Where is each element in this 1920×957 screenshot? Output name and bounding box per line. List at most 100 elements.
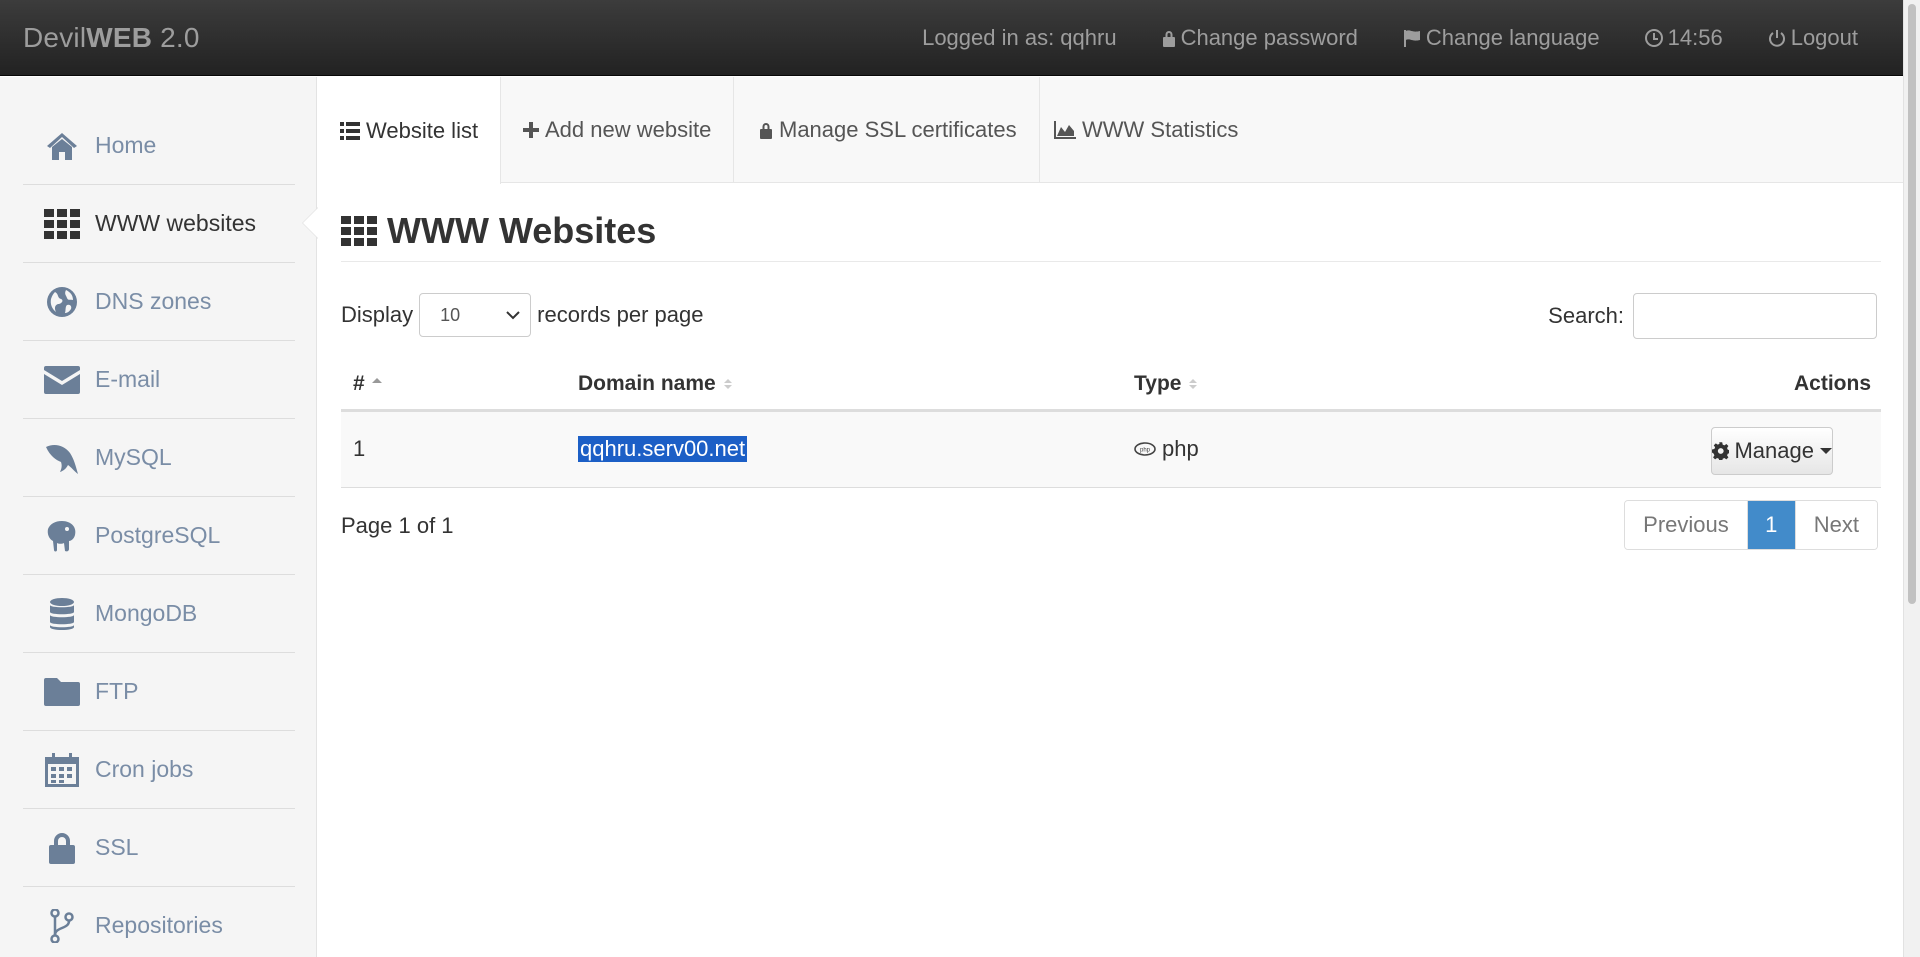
- sidebar-item-cron-jobs[interactable]: Cron jobs: [23, 731, 295, 809]
- tab-label: WWW Statistics: [1082, 117, 1239, 142]
- list-icon: [340, 121, 360, 140]
- area-chart-icon: [1054, 121, 1076, 139]
- records-per-page-control: Display 10 records per page: [341, 293, 703, 337]
- dolphin-icon: [42, 438, 82, 478]
- pagination-page-current[interactable]: 1: [1747, 501, 1796, 549]
- sidebar-item-postgresql[interactable]: PostgreSQL: [23, 497, 295, 575]
- column-header-label: Domain name: [578, 372, 716, 395]
- brand-name: Devil: [23, 22, 87, 53]
- tab-label: Manage SSL certificates: [779, 117, 1017, 142]
- logged-in-label: Logged in as: qqhru: [922, 25, 1117, 50]
- tab-manage-ssl-certificates[interactable]: Manage SSL certificates: [737, 77, 1040, 183]
- sort-icon: [722, 376, 734, 392]
- brand-name-bold: WEB: [86, 22, 153, 53]
- caret-down-icon: [1820, 448, 1832, 454]
- folder-icon: [42, 672, 82, 712]
- pagination-previous[interactable]: Previous: [1625, 501, 1748, 549]
- search-label: Search:: [1548, 303, 1624, 328]
- cell-type: php php: [1134, 436, 1199, 462]
- grid-icon: [341, 216, 377, 246]
- brand-logo[interactable]: DevilWEB 2.0: [23, 22, 200, 54]
- change-language-label: Change language: [1425, 25, 1600, 50]
- change-password-link[interactable]: Change password: [1162, 25, 1358, 51]
- tab-website-list[interactable]: Website list: [318, 77, 502, 184]
- brand-version: 2.0: [152, 22, 200, 53]
- page-title-text: WWW Websites: [387, 210, 657, 251]
- logout-link[interactable]: Logout: [1768, 25, 1858, 51]
- calendar-icon: [42, 750, 82, 790]
- column-header-label: Actions: [1794, 372, 1872, 395]
- tab-www-statistics[interactable]: WWW Statistics: [1032, 77, 1260, 183]
- logout-label: Logout: [1790, 25, 1858, 50]
- globe-icon: [42, 282, 82, 322]
- svg-text:php: php: [1140, 448, 1151, 454]
- divider: [341, 261, 1881, 262]
- flag-icon: [1403, 30, 1420, 47]
- sidebar-item-home[interactable]: Home: [23, 107, 295, 185]
- gear-icon: [1712, 442, 1730, 460]
- sidebar-item-mongodb[interactable]: MongoDB: [23, 575, 295, 653]
- tab-label: Website list: [366, 117, 479, 143]
- sidebar-item-label: E-mail: [95, 366, 161, 392]
- envelope-icon: [42, 360, 82, 400]
- cell-domain[interactable]: qqhru.serv00.net: [578, 436, 748, 462]
- column-header-actions: Actions: [1794, 372, 1871, 396]
- column-header-domain-name[interactable]: Domain name: [578, 372, 734, 396]
- domain-link[interactable]: qqhru.serv00.net: [578, 436, 748, 462]
- active-indicator-arrow: [303, 208, 318, 238]
- php-icon: php: [1134, 442, 1156, 456]
- logged-in-user: Logged in as: qqhru: [922, 25, 1117, 51]
- sidebar-item-dns-zones[interactable]: DNS zones: [23, 263, 295, 341]
- lock-icon: [760, 123, 772, 139]
- column-header-label: #: [353, 372, 365, 395]
- manage-button-label: Manage: [1734, 438, 1814, 463]
- clock-icon: [1644, 29, 1663, 47]
- records-per-page-value: 10: [440, 304, 461, 325]
- sidebar-item-label: Repositories: [95, 912, 223, 938]
- sidebar-item-label: PostgreSQL: [95, 522, 221, 548]
- sidebar-item-label: SSL: [95, 834, 139, 860]
- plus-icon: [523, 122, 539, 138]
- sidebar-item-mysql[interactable]: MySQL: [23, 419, 295, 497]
- clock-time: 14:56: [1667, 25, 1723, 50]
- database-icon: [42, 594, 82, 634]
- sidebar-item-label: WWW websites: [95, 210, 256, 236]
- tab-add-new-website[interactable]: Add new website: [501, 77, 735, 183]
- sidebar-item-label: DNS zones: [95, 288, 212, 314]
- tab-bar: Website list Add new website Manage SSL …: [318, 77, 1903, 184]
- page-title: WWW Websites: [341, 210, 656, 252]
- column-header-type[interactable]: Type: [1134, 372, 1199, 396]
- sidebar-item-repositories[interactable]: Repositories: [23, 887, 295, 957]
- row-number: 1: [353, 436, 366, 461]
- records-per-page-label: records per page: [537, 302, 704, 327]
- sort-ascending-icon: [371, 377, 383, 391]
- sidebar-item-www-websites[interactable]: WWW websites: [23, 185, 295, 263]
- column-header-number[interactable]: #: [353, 372, 383, 396]
- search-control: Search:: [1548, 293, 1877, 339]
- sidebar-item-label: Home: [95, 132, 157, 158]
- sidebar-item-label: MySQL: [95, 444, 172, 470]
- branch-icon: [42, 906, 82, 946]
- home-icon: [42, 126, 82, 166]
- vertical-scrollbar[interactable]: [1903, 0, 1920, 957]
- sidebar-item-ssl[interactable]: SSL: [23, 809, 295, 887]
- records-per-page-select[interactable]: 10: [419, 293, 532, 337]
- grid-icon: [42, 204, 82, 244]
- pagination-next[interactable]: Next: [1795, 501, 1877, 549]
- sidebar-item-ftp[interactable]: FTP: [23, 653, 295, 731]
- site-type: php: [1162, 436, 1199, 461]
- table-row: [341, 412, 1881, 488]
- elephant-icon: [42, 516, 82, 556]
- lock-icon: [42, 828, 82, 868]
- chevron-down-icon: [506, 311, 520, 320]
- sidebar-item-email[interactable]: E-mail: [23, 341, 295, 419]
- lock-icon: [1162, 31, 1175, 47]
- sort-icon: [1187, 376, 1199, 392]
- power-icon: [1768, 30, 1785, 47]
- page-info: Page 1 of 1: [341, 513, 454, 538]
- search-input[interactable]: [1633, 293, 1877, 339]
- scrollbar-thumb[interactable]: [1908, 4, 1916, 604]
- change-language-link[interactable]: Change language: [1403, 25, 1600, 51]
- manage-button[interactable]: Manage: [1711, 427, 1833, 475]
- clock: 14:56: [1644, 25, 1723, 51]
